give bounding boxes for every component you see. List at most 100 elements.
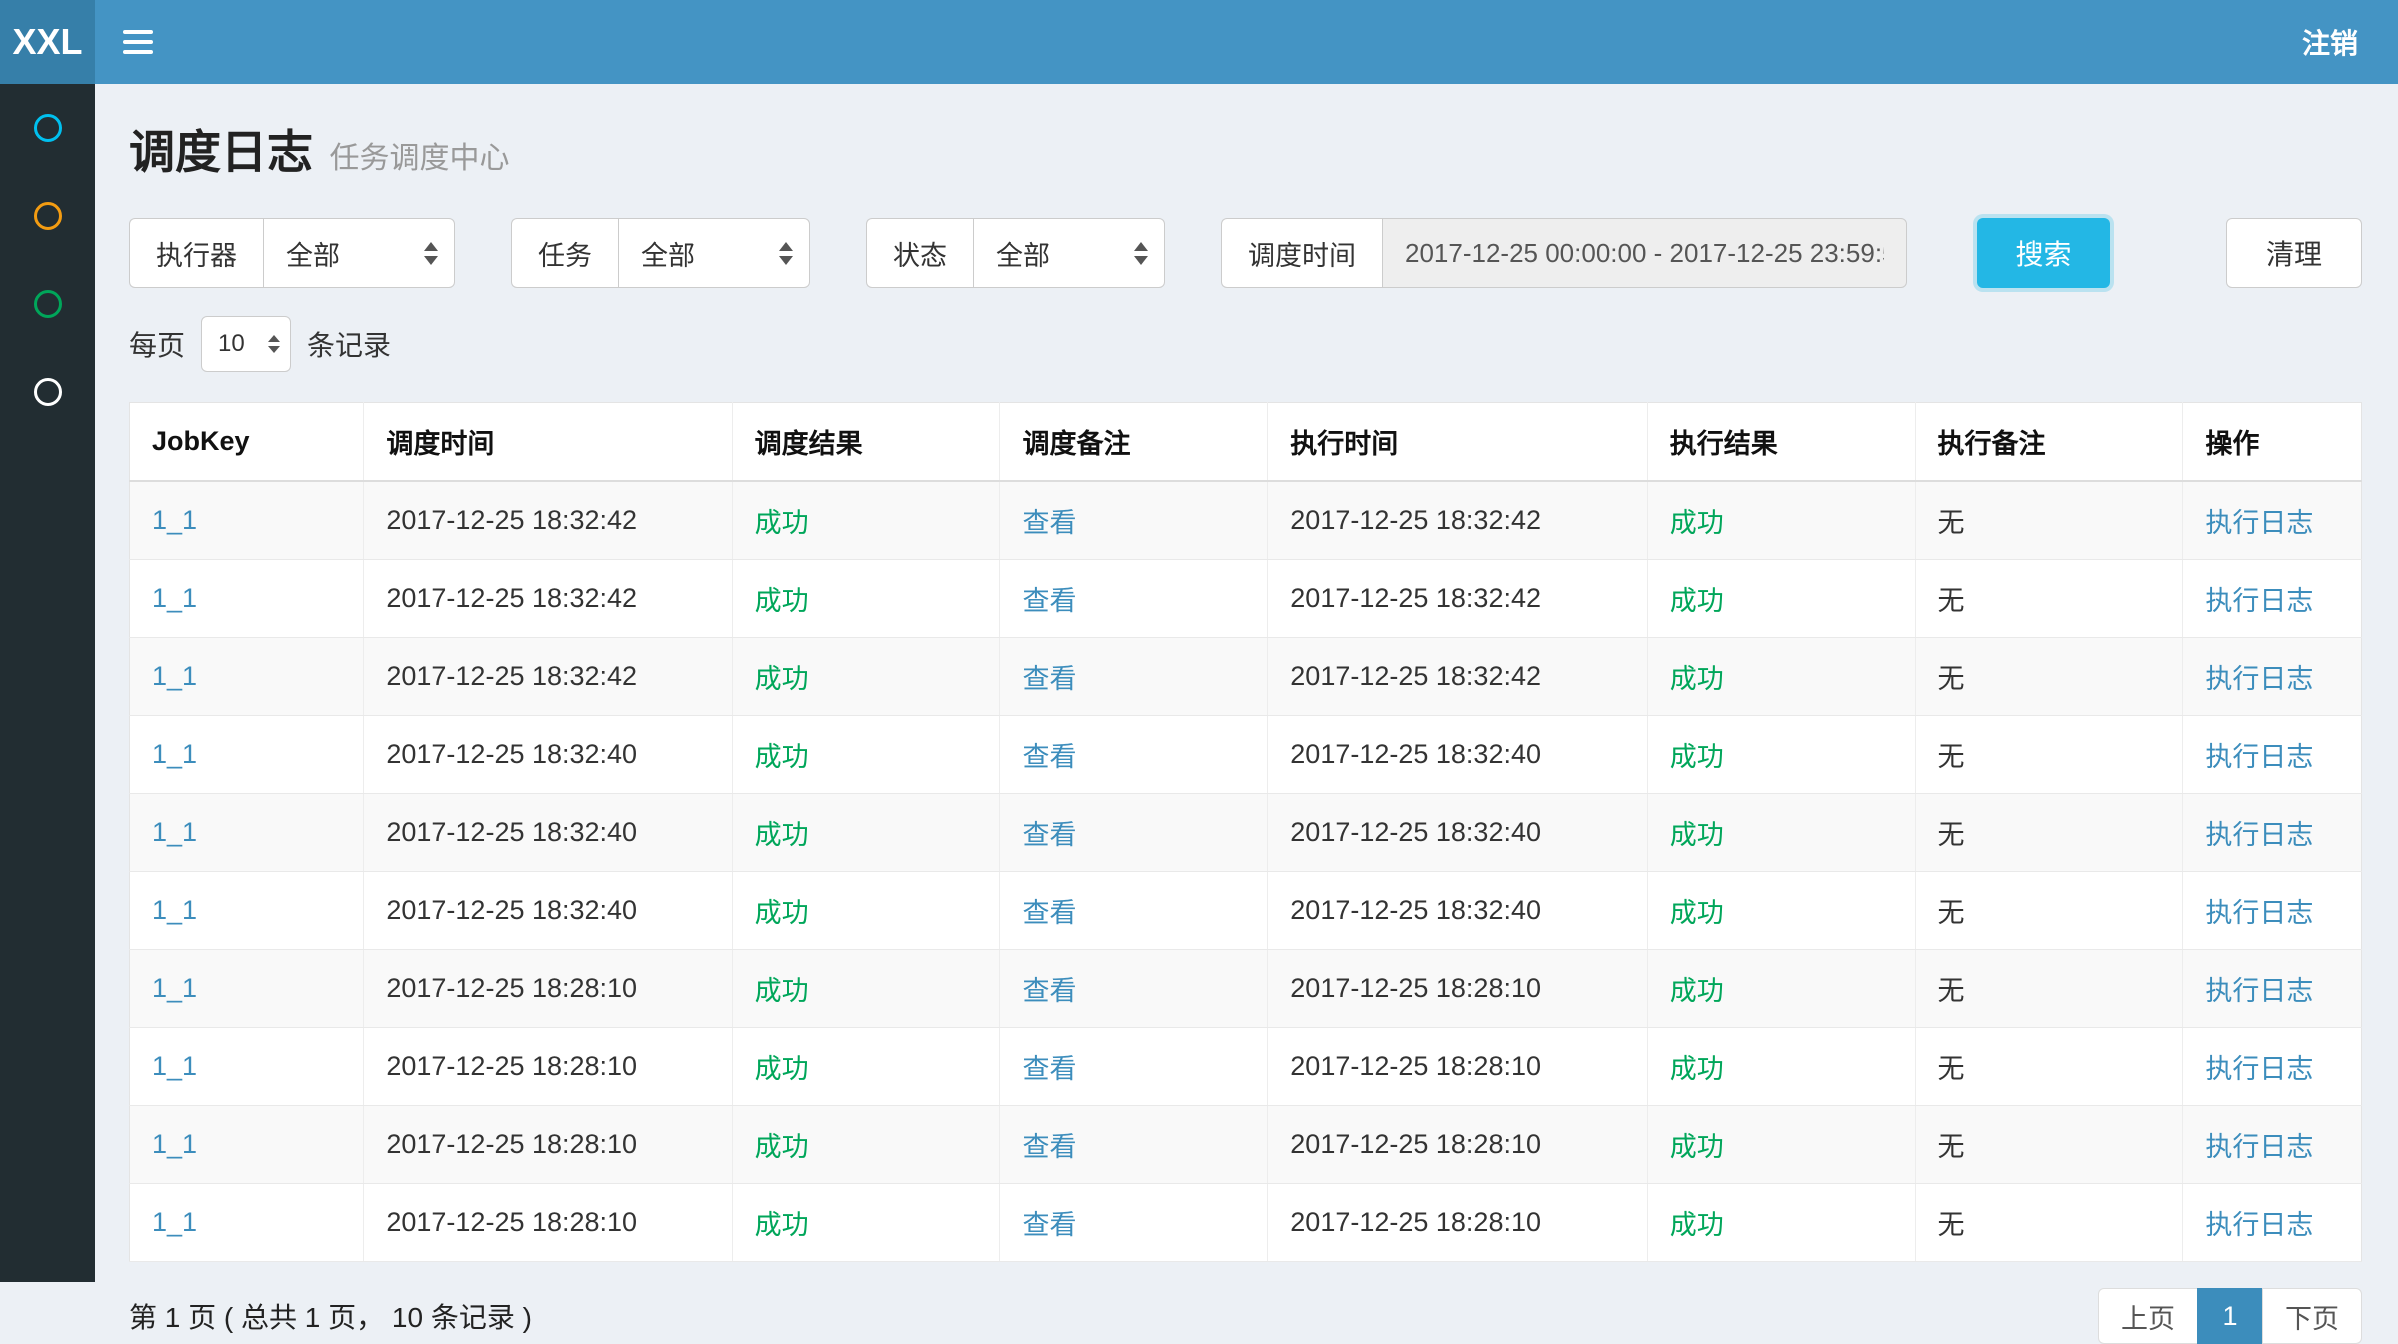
handle-result-text: 成功 — [1670, 1132, 1724, 1162]
status-filter-select[interactable]: 全部 — [973, 218, 1165, 288]
handle-remark-cell: 无 — [1915, 1106, 2183, 1184]
handle-time-cell: 2017-12-25 18:32:42 — [1268, 481, 1647, 560]
jobkey-link[interactable]: 1_1 — [152, 583, 197, 613]
sidebar-item-job-manage[interactable] — [0, 172, 95, 260]
select-arrows-icon — [779, 242, 793, 265]
handle-time-cell: 2017-12-25 18:28:10 — [1268, 1028, 1647, 1106]
execution-log-link[interactable]: 执行日志 — [2205, 586, 2313, 616]
page-subtitle: 任务调度中心 — [329, 142, 509, 175]
next-page-button[interactable]: 下页 — [2262, 1288, 2362, 1344]
handle-remark-cell: 无 — [1915, 1028, 2183, 1106]
sidebar-item-executor-manage[interactable] — [0, 348, 95, 436]
table-row: 1_1 2017-12-25 18:28:10 成功 查看 2017-12-25… — [130, 1106, 2362, 1184]
handle-remark-cell: 无 — [1915, 872, 2183, 950]
column-header-5: 执行结果 — [1647, 403, 1915, 482]
trigger-remark-link[interactable]: 查看 — [1022, 508, 1076, 538]
trigger-remark-link[interactable]: 查看 — [1022, 1210, 1076, 1240]
executor-manage-circle-icon — [34, 378, 62, 406]
trigger-remark-link[interactable]: 查看 — [1022, 586, 1076, 616]
sidebar-toggle-button[interactable] — [95, 0, 181, 84]
table-row: 1_1 2017-12-25 18:32:40 成功 查看 2017-12-25… — [130, 794, 2362, 872]
column-header-1: 调度时间 — [364, 403, 732, 482]
status-filter-value: 全部 — [996, 234, 1050, 273]
trigger-time-cell: 2017-12-25 18:32:40 — [364, 716, 732, 794]
trigger-time-cell: 2017-12-25 18:28:10 — [364, 950, 732, 1028]
handle-remark-cell: 无 — [1915, 950, 2183, 1028]
logout-link[interactable]: 注销 — [2302, 22, 2358, 62]
jobkey-link[interactable]: 1_1 — [152, 1207, 197, 1237]
pagination: 上页 1 下页 — [2098, 1288, 2362, 1344]
column-header-0: JobKey — [130, 403, 364, 482]
top-navbar: XXL 注销 — [0, 0, 2398, 84]
trigger-result-text: 成功 — [755, 1054, 809, 1084]
job-filter-select[interactable]: 全部 — [618, 218, 810, 288]
trigger-result-text: 成功 — [755, 508, 809, 538]
sidebar-item-dashboard[interactable] — [0, 84, 95, 172]
handle-time-cell: 2017-12-25 18:32:42 — [1268, 638, 1647, 716]
execution-log-link[interactable]: 执行日志 — [2205, 976, 2313, 1006]
jobkey-link[interactable]: 1_1 — [152, 973, 197, 1003]
jobkey-link[interactable]: 1_1 — [152, 895, 197, 925]
execution-log-link[interactable]: 执行日志 — [2205, 1132, 2313, 1162]
column-header-4: 执行时间 — [1268, 403, 1647, 482]
execution-log-link[interactable]: 执行日志 — [2205, 1210, 2313, 1240]
app-logo[interactable]: XXL — [0, 0, 95, 84]
job-log-circle-icon — [34, 290, 62, 318]
jobkey-link[interactable]: 1_1 — [152, 1129, 197, 1159]
jobkey-link[interactable]: 1_1 — [152, 661, 197, 691]
jobkey-link[interactable]: 1_1 — [152, 817, 197, 847]
column-header-3: 调度备注 — [1000, 403, 1268, 482]
main-content: 调度日志 任务调度中心 执行器 全部 任务 全部 状态 — [95, 84, 2398, 1282]
page-title: 调度日志 — [129, 126, 313, 178]
execution-log-link[interactable]: 执行日志 — [2205, 508, 2313, 538]
current-page-button[interactable]: 1 — [2197, 1288, 2263, 1344]
per-page-prefix-label: 每页 — [129, 324, 185, 364]
handle-result-text: 成功 — [1670, 1210, 1724, 1240]
trigger-time-cell: 2017-12-25 18:28:10 — [364, 1184, 732, 1262]
clear-button[interactable]: 清理 — [2226, 218, 2362, 288]
trigger-remark-link[interactable]: 查看 — [1022, 1054, 1076, 1084]
handle-result-text: 成功 — [1670, 664, 1724, 694]
dashboard-circle-icon — [34, 114, 62, 142]
handle-remark-cell: 无 — [1915, 560, 2183, 638]
trigger-remark-link[interactable]: 查看 — [1022, 664, 1076, 694]
prev-page-button[interactable]: 上页 — [2098, 1288, 2198, 1344]
select-arrows-icon — [268, 335, 280, 353]
trigger-result-text: 成功 — [755, 820, 809, 850]
status-filter-group: 状态 全部 — [866, 218, 1165, 288]
table-row: 1_1 2017-12-25 18:32:42 成功 查看 2017-12-25… — [130, 481, 2362, 560]
execution-log-link[interactable]: 执行日志 — [2205, 820, 2313, 850]
handle-result-text: 成功 — [1670, 508, 1724, 538]
handle-time-cell: 2017-12-25 18:32:42 — [1268, 560, 1647, 638]
execution-log-link[interactable]: 执行日志 — [2205, 742, 2313, 772]
per-page-select[interactable]: 10 — [201, 316, 291, 372]
log-table: JobKey调度时间调度结果调度备注执行时间执行结果执行备注操作 1_1 201… — [129, 402, 2362, 1262]
trigger-time-range-input[interactable] — [1382, 218, 1907, 288]
trigger-remark-link[interactable]: 查看 — [1022, 898, 1076, 928]
handle-result-text: 成功 — [1670, 898, 1724, 928]
execution-log-link[interactable]: 执行日志 — [2205, 664, 2313, 694]
executor-filter-value: 全部 — [286, 234, 340, 273]
trigger-remark-link[interactable]: 查看 — [1022, 820, 1076, 850]
jobkey-link[interactable]: 1_1 — [152, 505, 197, 535]
trigger-time-filter-group: 调度时间 — [1221, 218, 1907, 288]
trigger-remark-link[interactable]: 查看 — [1022, 742, 1076, 772]
execution-log-link[interactable]: 执行日志 — [2205, 1054, 2313, 1084]
handle-result-text: 成功 — [1670, 1054, 1724, 1084]
trigger-remark-link[interactable]: 查看 — [1022, 976, 1076, 1006]
jobkey-link[interactable]: 1_1 — [152, 739, 197, 769]
handle-remark-cell: 无 — [1915, 481, 2183, 560]
jobkey-link[interactable]: 1_1 — [152, 1051, 197, 1081]
handle-result-text: 成功 — [1670, 820, 1724, 850]
status-filter-label: 状态 — [866, 218, 973, 288]
search-button[interactable]: 搜索 — [1977, 218, 2110, 288]
execution-log-link[interactable]: 执行日志 — [2205, 898, 2313, 928]
handle-result-text: 成功 — [1670, 976, 1724, 1006]
job-manage-circle-icon — [34, 202, 62, 230]
sidebar-item-job-log[interactable] — [0, 260, 95, 348]
handle-time-cell: 2017-12-25 18:32:40 — [1268, 716, 1647, 794]
executor-filter-select[interactable]: 全部 — [263, 218, 455, 288]
trigger-remark-link[interactable]: 查看 — [1022, 1132, 1076, 1162]
trigger-result-text: 成功 — [755, 898, 809, 928]
column-header-6: 执行备注 — [1915, 403, 2183, 482]
